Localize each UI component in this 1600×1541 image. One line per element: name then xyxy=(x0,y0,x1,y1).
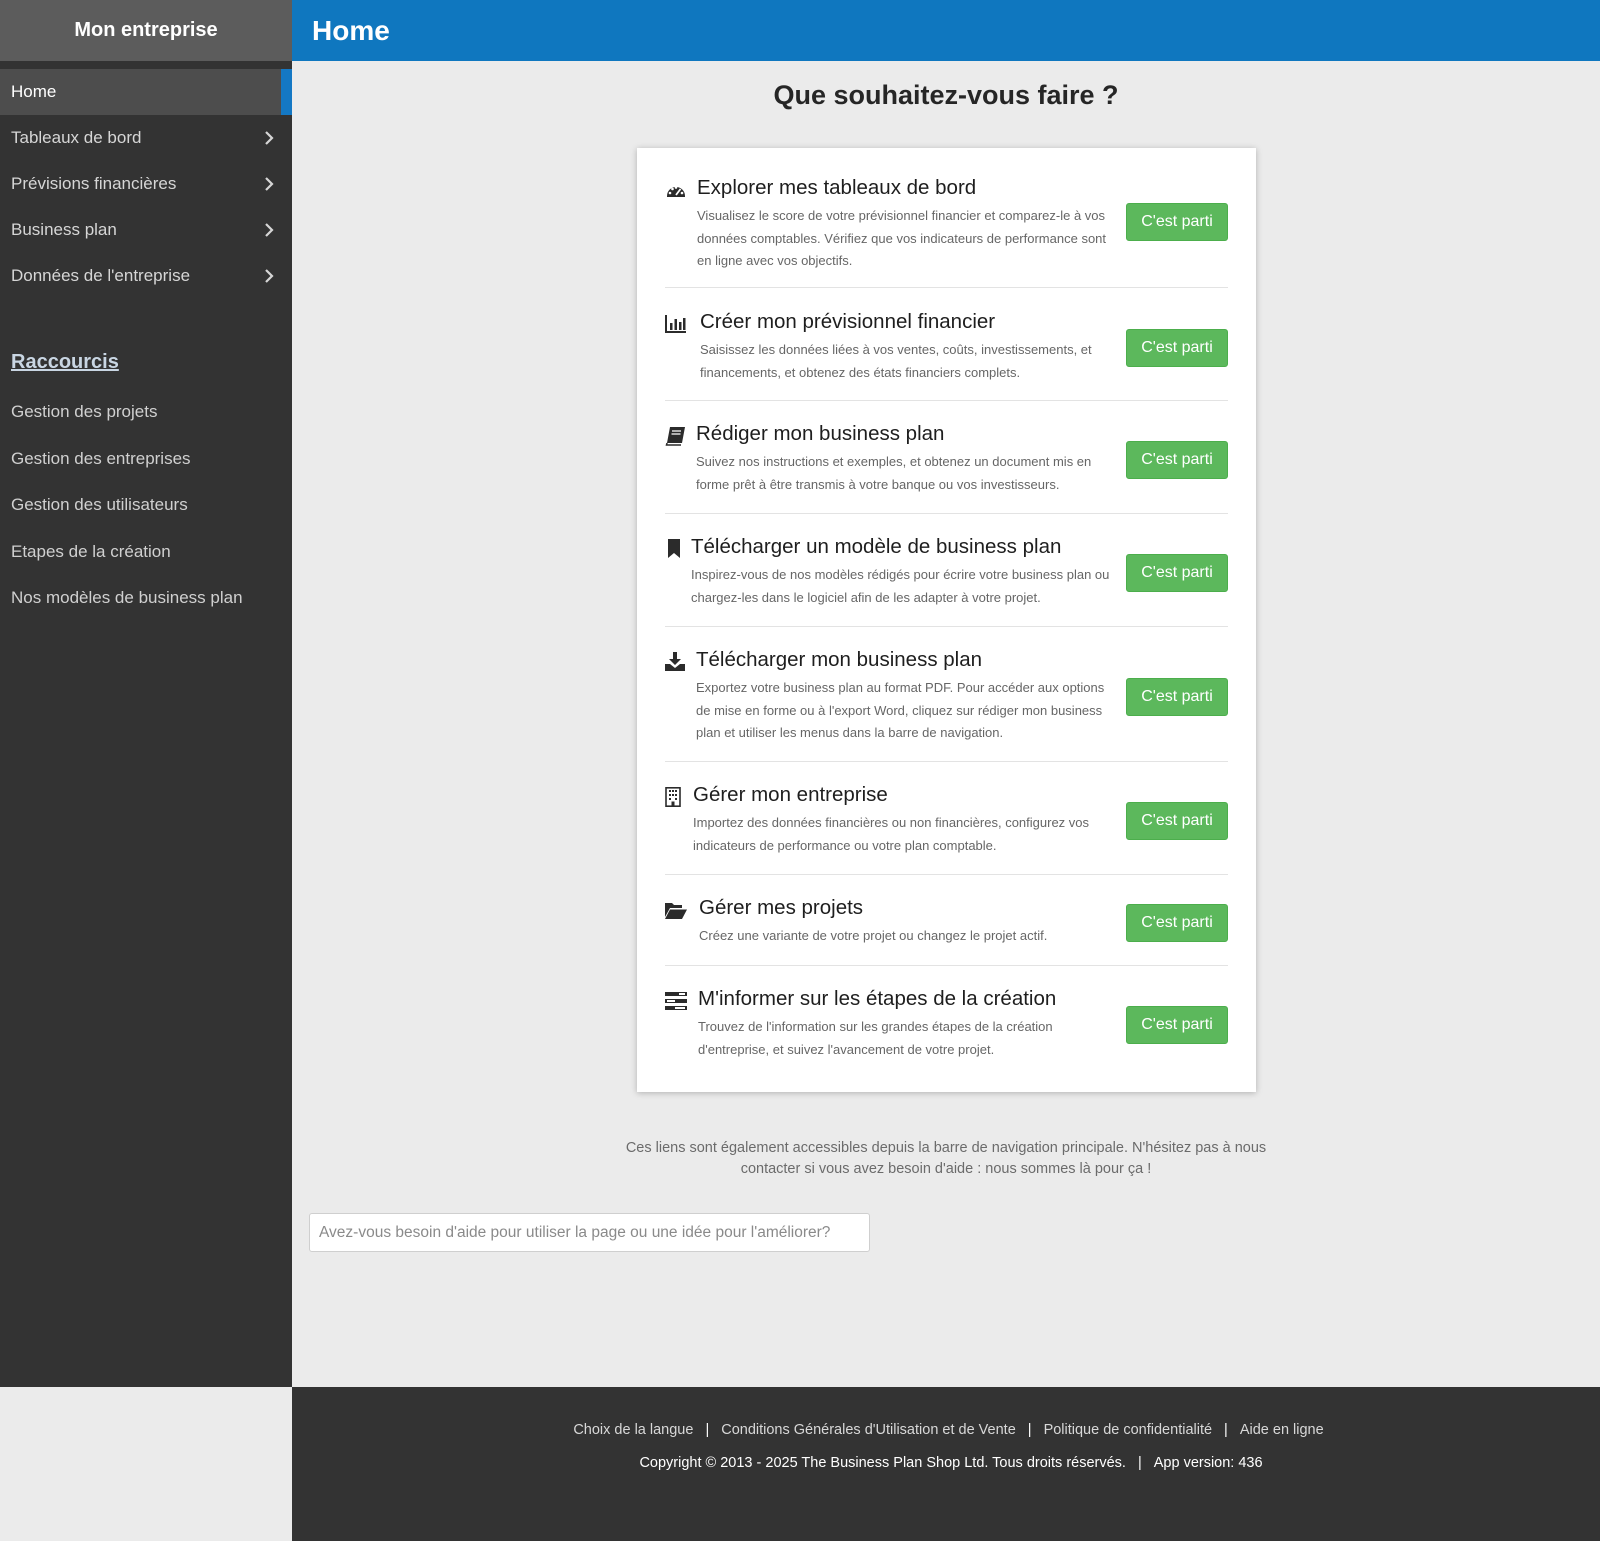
main-nav: Home Tableaux de bord Prévisions financi… xyxy=(0,69,292,299)
go-button-etapes[interactable]: C'est parti xyxy=(1126,1006,1228,1044)
nav-item-label: Tableaux de bord xyxy=(11,128,142,147)
action-row-rediger: Rédiger mon business plan Suivez nos ins… xyxy=(665,401,1228,514)
action-description: Créez une variante de votre projet ou ch… xyxy=(699,928,1048,943)
info-text: Ces liens sont également accessibles dep… xyxy=(625,1140,1267,1177)
footer-link-confidentialite[interactable]: Politique de confidentialité xyxy=(1044,1422,1212,1438)
footer: Choix de la langue | Conditions Générales … xyxy=(292,1387,1600,1541)
building-icon xyxy=(665,787,681,807)
brand-title[interactable]: Mon entreprise xyxy=(0,0,292,61)
action-content: Télécharger un modèle de business plan I… xyxy=(691,534,1110,609)
footer-separator: | xyxy=(1027,1422,1032,1438)
action-description: Visualisez le score de votre prévisionne… xyxy=(697,208,1107,268)
action-row-previsionnel: Créer mon prévisionnel financier Saisiss… xyxy=(665,288,1228,401)
shortcut-modeles-business-plan[interactable]: Nos modèles de business plan xyxy=(0,575,292,622)
shortcut-gestion-utilisateurs[interactable]: Gestion des utilisateurs xyxy=(0,482,292,529)
download-icon xyxy=(665,652,685,671)
action-content: Gérer mon entreprise Importez des donnée… xyxy=(693,782,1110,857)
nav-item-home[interactable]: Home xyxy=(0,69,292,115)
nav-item-label: Prévisions financières xyxy=(11,174,177,193)
nav-item-tableaux-de-bord[interactable]: Tableaux de bord xyxy=(0,115,292,161)
action-title: Télécharger un modèle de business plan xyxy=(691,535,1062,558)
action-description: Trouvez de l'information sur les grandes… xyxy=(698,1019,1053,1057)
action-title: Gérer mes projets xyxy=(699,896,864,919)
sidebar: Mon entreprise Home Tableaux de bord Pré… xyxy=(0,0,292,1387)
chevron-right-icon xyxy=(265,269,274,283)
go-button-projets[interactable]: C'est parti xyxy=(1126,904,1228,942)
nav-item-business-plan[interactable]: Business plan xyxy=(0,207,292,253)
footer-link-langue[interactable]: Choix de la langue xyxy=(573,1422,693,1438)
nav-item-label: Home xyxy=(11,82,57,101)
go-button-entreprise[interactable]: C'est parti xyxy=(1126,802,1228,840)
shortcuts-list: Gestion des projets Gestion des entrepri… xyxy=(0,389,292,622)
action-content: Rédiger mon business plan Suivez nos ins… xyxy=(696,421,1110,496)
footer-link-cgu[interactable]: Conditions Générales d'Utilisation et de… xyxy=(721,1422,1016,1438)
folder-open-icon xyxy=(665,903,687,919)
footer-links: Choix de la langue | Conditions Générales … xyxy=(292,1422,1600,1438)
action-description: Saisissez les données liées à vos ventes… xyxy=(700,342,1092,380)
footer-separator: | xyxy=(1137,1455,1142,1471)
actions-card: Explorer mes tableaux de bord Visualisez… xyxy=(637,148,1256,1092)
chevron-right-icon xyxy=(265,223,274,237)
go-button-rediger[interactable]: C'est parti xyxy=(1126,441,1228,479)
action-description: Importez des données financières ou non … xyxy=(693,815,1090,853)
nav-item-label: Business plan xyxy=(11,220,117,239)
help-feedback-input[interactable] xyxy=(309,1213,870,1252)
page-title: Home xyxy=(312,14,390,46)
action-title: Gérer mon entreprise xyxy=(693,783,888,806)
action-description: Exportez votre business plan au format P… xyxy=(696,680,1105,740)
action-content: Créer mon prévisionnel financier Saisiss… xyxy=(700,309,1110,384)
shortcut-gestion-entreprises[interactable]: Gestion des entreprises xyxy=(0,436,292,483)
action-description: Suivez nos instructions et exemples, et … xyxy=(696,454,1092,492)
action-row-modele: Télécharger un modèle de business plan I… xyxy=(665,514,1228,627)
bar-chart-icon xyxy=(665,315,686,333)
action-row-entreprise: Gérer mon entreprise Importez des donnée… xyxy=(665,762,1228,875)
action-content: Télécharger mon business plan Exportez v… xyxy=(696,647,1110,745)
footer-separator: | xyxy=(1224,1422,1228,1438)
nav-item-label: Données de l'entreprise xyxy=(11,266,191,285)
tasks-icon xyxy=(665,992,687,1010)
bookmark-icon xyxy=(668,539,680,558)
chevron-right-icon xyxy=(265,177,274,191)
shortcuts-heading: Raccourcis xyxy=(11,351,119,373)
nav-item-donnees-entreprise[interactable]: Données de l'entreprise xyxy=(0,253,292,299)
action-title: Télécharger mon business plan xyxy=(696,648,983,671)
action-row-projets: Gérer mes projets Créez une variante de … xyxy=(665,875,1228,966)
shortcut-gestion-projets[interactable]: Gestion des projets xyxy=(0,389,292,436)
copyright-line: Copyright © 2013 - 2025 The Business Pla… xyxy=(292,1455,1600,1471)
action-title: M'informer sur les étapes de la création xyxy=(698,987,1057,1010)
action-title: Explorer mes tableaux de bord xyxy=(697,176,977,199)
nav-item-previsions-financieres[interactable]: Prévisions financières xyxy=(0,161,292,207)
dashboard-gauge-icon xyxy=(667,186,685,197)
go-button-previsionnel[interactable]: C'est parti xyxy=(1126,329,1228,367)
go-button-telecharger[interactable]: C'est parti xyxy=(1126,678,1228,716)
action-content: Gérer mes projets Créez une variante de … xyxy=(699,895,1110,948)
footer-separator: | xyxy=(705,1422,710,1438)
top-header: Home xyxy=(292,0,1600,61)
go-button-explorer[interactable]: C'est parti xyxy=(1126,203,1228,241)
action-row-telecharger: Télécharger mon business plan Exportez v… xyxy=(665,627,1228,762)
chevron-right-icon xyxy=(265,131,274,145)
action-content: Explorer mes tableaux de bord Visualisez… xyxy=(697,175,1110,273)
action-title: Créer mon prévisionnel financier xyxy=(700,310,996,333)
copyright-text: Copyright © 2013 - 2025 The Business Pla… xyxy=(639,1455,1126,1471)
shortcut-etapes-creation[interactable]: Etapes de la création xyxy=(0,529,292,576)
action-row-etapes: M'informer sur les étapes de la création… xyxy=(665,966,1228,1092)
action-description: Inspirez-vous de nos modèles rédigés pou… xyxy=(691,567,1110,605)
app-version: App version: 436 xyxy=(1153,1455,1263,1471)
action-content: M'informer sur les étapes de la création… xyxy=(698,986,1110,1061)
main-heading: Que souhaitez-vous faire ? xyxy=(773,80,1119,110)
go-button-modele[interactable]: C'est parti xyxy=(1126,554,1228,592)
action-row-explorer: Explorer mes tableaux de bord Visualisez… xyxy=(665,148,1228,288)
action-title: Rédiger mon business plan xyxy=(696,422,945,445)
footer-link-aide[interactable]: Aide en ligne xyxy=(1240,1422,1324,1438)
book-icon xyxy=(665,427,685,446)
